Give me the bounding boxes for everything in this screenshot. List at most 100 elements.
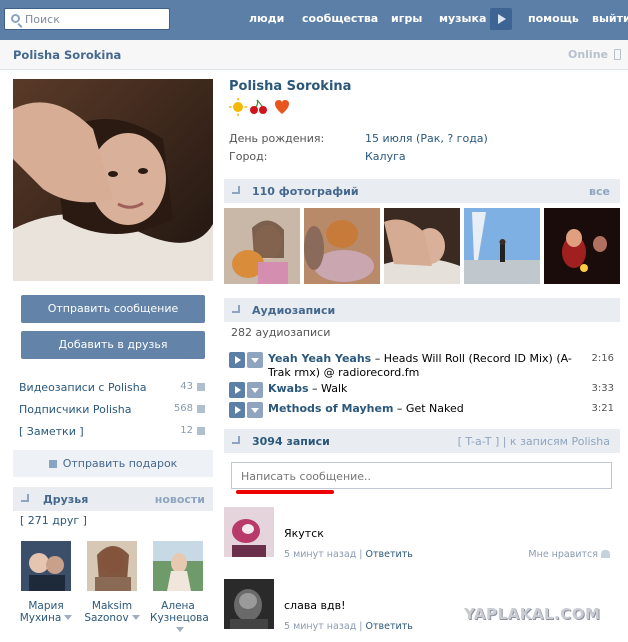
wall-post-input[interactable]: Написать сообщение.. bbox=[231, 462, 612, 489]
nav-music[interactable]: музыка bbox=[439, 12, 486, 25]
photos-all-link[interactable]: все bbox=[589, 185, 610, 198]
track-duration: 3:33 bbox=[591, 383, 614, 394]
notes-link[interactable]: [ Заметки ] 12 bbox=[19, 425, 205, 438]
photo-thumbnail[interactable] bbox=[224, 208, 300, 284]
track-artist[interactable]: Yeah Yeah Yeahs bbox=[268, 352, 371, 365]
nav-games[interactable]: игры bbox=[391, 12, 422, 25]
dropdown-icon[interactable] bbox=[131, 615, 140, 620]
nav-communities[interactable]: сообщества bbox=[302, 12, 378, 25]
nav-help[interactable]: помощь bbox=[528, 12, 579, 25]
send-gift-button[interactable]: Отправить подарок bbox=[13, 450, 213, 477]
friend-first-name: Мария bbox=[28, 600, 64, 612]
friend-avatar bbox=[21, 541, 71, 591]
friends-count[interactable]: [ 271 друг ] bbox=[20, 514, 87, 527]
photo-thumbnail[interactable] bbox=[544, 208, 620, 284]
videos-link-label: Видеозаписи с Polisha bbox=[19, 381, 147, 394]
notes-icon bbox=[197, 427, 205, 435]
collapse-arrow-icon bbox=[232, 186, 240, 194]
collapse-arrow-icon bbox=[232, 436, 240, 444]
gift-icon bbox=[48, 460, 57, 468]
nav-people[interactable]: люди bbox=[249, 12, 284, 25]
add-audio-icon[interactable] bbox=[247, 352, 263, 368]
music-play-icon[interactable] bbox=[490, 8, 512, 30]
post-image[interactable] bbox=[224, 579, 274, 629]
followers-link-label: Подписчики Polisha bbox=[19, 403, 132, 416]
photo-thumbnail[interactable] bbox=[384, 208, 460, 284]
birthday-value[interactable]: 15 июля (Рак, ? года) bbox=[365, 132, 488, 145]
top-bar: Поиск люди сообщества игры музыка помощь… bbox=[0, 0, 628, 40]
wall-input-placeholder: Написать сообщение.. bbox=[241, 470, 372, 483]
track-duration: 3:21 bbox=[591, 403, 614, 414]
friend-card[interactable]: Алена Кузнецова bbox=[150, 541, 209, 636]
audio-count: 282 аудиозаписи bbox=[231, 326, 331, 339]
post-time[interactable]: 5 минут назад bbox=[284, 621, 356, 632]
audio-section-header[interactable]: Аудиозаписи bbox=[224, 298, 620, 322]
friend-card[interactable]: Maksim Sazonov bbox=[84, 541, 140, 624]
mobile-icon bbox=[614, 49, 621, 60]
friend-first-name: Алена bbox=[161, 600, 195, 612]
friend-avatar bbox=[153, 541, 203, 591]
cherry-icon bbox=[250, 99, 267, 114]
photos-title: 110 фотографий bbox=[252, 185, 359, 198]
profile-photo[interactable] bbox=[13, 79, 213, 281]
nav-logout[interactable]: выйти bbox=[592, 12, 628, 25]
audio-title: Аудиозаписи bbox=[252, 304, 336, 317]
notes-link-label: [ Заметки ] bbox=[19, 425, 84, 438]
videos-link[interactable]: Видеозаписи с Polisha 43 bbox=[19, 381, 205, 394]
birthday-label: День рождения: bbox=[229, 132, 325, 145]
like-label: Мне нравится bbox=[528, 549, 598, 560]
photo-thumbnail[interactable] bbox=[464, 208, 540, 284]
wall-section-header[interactable]: 3094 записи [ T-a-T ] | к записям Polish… bbox=[224, 429, 620, 453]
wall-count[interactable]: 3094 записи bbox=[252, 435, 330, 448]
friends-title: Друзья bbox=[43, 493, 89, 506]
wall-filter-links[interactable]: [ T-a-T ] | к записям Polisha bbox=[458, 435, 610, 448]
like-button[interactable]: Мне нравится bbox=[528, 549, 610, 560]
friend-last-name: Кузнецова bbox=[150, 612, 209, 624]
watermark-text: YAPLAKAL.COM bbox=[464, 605, 601, 623]
header-name[interactable]: Polisha Sorokina bbox=[13, 48, 121, 62]
send-message-button[interactable]: Отправить сообщение bbox=[21, 295, 205, 323]
followers-link[interactable]: Подписчики Polisha 568 bbox=[19, 403, 205, 416]
play-icon[interactable] bbox=[229, 402, 245, 418]
followers-count: 568 bbox=[173, 403, 193, 414]
reply-link[interactable]: Ответить bbox=[366, 621, 413, 632]
status-emoji bbox=[229, 98, 289, 119]
dropdown-icon[interactable] bbox=[175, 627, 184, 632]
profile-photo-image bbox=[13, 79, 213, 281]
add-audio-icon[interactable] bbox=[247, 402, 263, 418]
friend-last-name: Мухина bbox=[19, 612, 62, 624]
heart-icon bbox=[601, 550, 610, 558]
friends-news-link[interactable]: новости bbox=[155, 493, 205, 506]
add-friend-button[interactable]: Добавить в друзья bbox=[21, 331, 205, 359]
profile-header: Polisha Sorokina Online bbox=[0, 40, 628, 70]
post-text: слава вдв! bbox=[284, 599, 346, 612]
friend-avatar bbox=[87, 541, 137, 591]
post-time[interactable]: 5 минут назад bbox=[284, 549, 356, 560]
photo-thumbnail[interactable] bbox=[304, 208, 380, 284]
friend-card[interactable]: Мария Мухина bbox=[18, 541, 74, 624]
collapse-arrow-icon bbox=[232, 305, 240, 313]
heart-icon bbox=[275, 100, 289, 114]
track-artist[interactable]: Methods of Mayhem bbox=[268, 402, 393, 415]
send-gift-label: Отправить подарок bbox=[62, 457, 178, 470]
post-text: Якутск bbox=[284, 527, 324, 540]
track-duration: 2:16 bbox=[591, 353, 614, 364]
add-audio-icon[interactable] bbox=[247, 382, 263, 398]
city-label: Город: bbox=[229, 150, 268, 163]
play-icon[interactable] bbox=[229, 352, 245, 368]
photos-section-header[interactable]: 110 фотографий все bbox=[224, 179, 620, 203]
videos-count: 43 bbox=[180, 381, 193, 392]
red-underline-mark bbox=[236, 490, 334, 494]
search-icon bbox=[11, 14, 20, 23]
notes-count: 12 bbox=[180, 425, 193, 436]
search-input[interactable]: Поиск bbox=[4, 8, 170, 30]
friends-section-header[interactable]: Друзья новости bbox=[13, 487, 213, 511]
track-title: – Walk bbox=[308, 382, 348, 395]
friend-last-name: Sazonov bbox=[84, 612, 129, 624]
play-icon[interactable] bbox=[229, 382, 245, 398]
track-artist[interactable]: Kwabs bbox=[268, 382, 309, 395]
city-value[interactable]: Калуга bbox=[365, 150, 406, 163]
reply-link[interactable]: Ответить bbox=[366, 549, 413, 560]
post-image[interactable] bbox=[224, 507, 274, 557]
dropdown-icon[interactable] bbox=[64, 615, 73, 620]
